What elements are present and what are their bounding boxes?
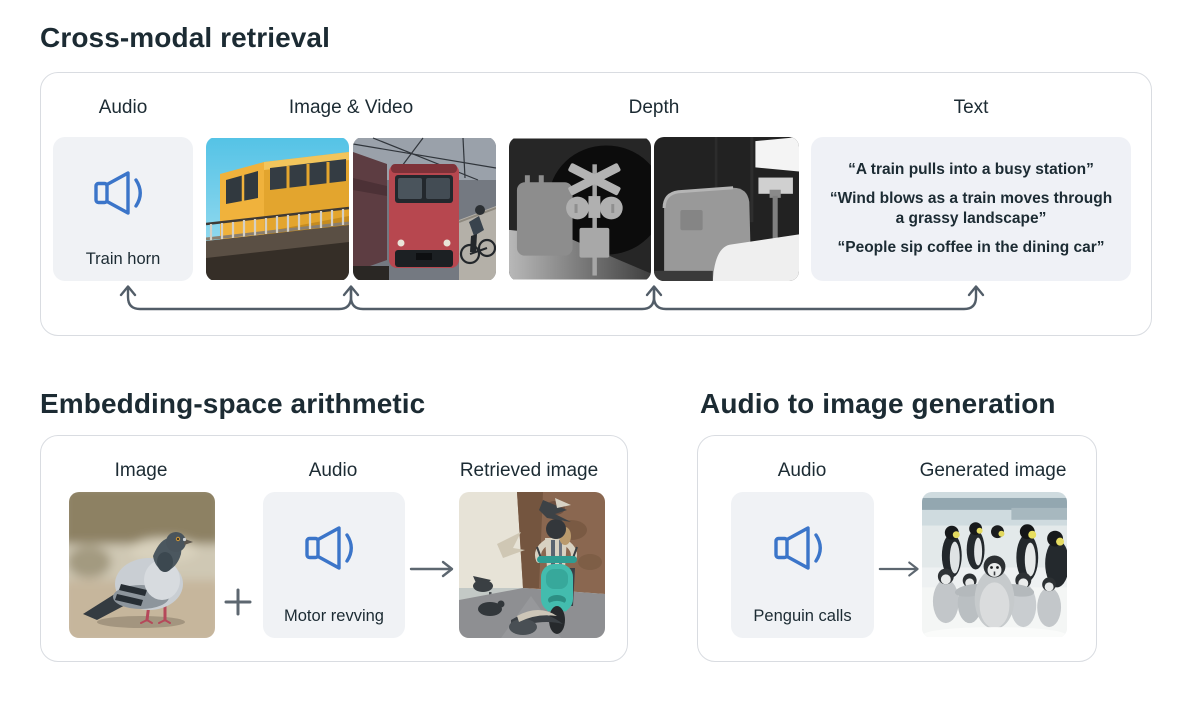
up-arrows-connector bbox=[41, 281, 1153, 319]
penguins-illustration bbox=[922, 492, 1067, 637]
audio-tile-train-horn: Train horn bbox=[53, 137, 193, 281]
pigeon-image bbox=[69, 492, 215, 638]
column-header-retrieved: Retrieved image bbox=[460, 460, 598, 482]
depth-map-crossing-illustration bbox=[509, 137, 651, 281]
train-image-2 bbox=[353, 137, 496, 281]
arithmetic-title: Embedding-space arithmetic bbox=[40, 388, 425, 420]
audio-tile-label: Penguin calls bbox=[731, 607, 874, 626]
column-header-generated: Generated image bbox=[920, 460, 1067, 482]
audio-tile-motor-revving: Motor revving bbox=[263, 492, 405, 638]
column-header-image-video: Image & Video bbox=[289, 97, 413, 119]
column-header-image: Image bbox=[115, 460, 168, 482]
depth-image-2 bbox=[654, 137, 799, 281]
audio-tile-label: Motor revving bbox=[263, 607, 405, 626]
column-header-audio-3: Audio bbox=[778, 460, 827, 482]
red-train-illustration bbox=[353, 137, 496, 281]
quote-2: “Wind blows as a train moves through a g… bbox=[827, 189, 1115, 229]
quote-3: “People sip coffee in the dining car” bbox=[827, 238, 1115, 258]
retrieved-image bbox=[459, 492, 605, 638]
column-header-audio: Audio bbox=[99, 97, 148, 119]
yellow-train-illustration bbox=[206, 137, 349, 281]
audio-tile-label: Train horn bbox=[53, 250, 193, 269]
cross-modal-title: Cross-modal retrieval bbox=[40, 22, 330, 54]
right-arrow-icon bbox=[409, 558, 459, 580]
generated-image bbox=[922, 492, 1067, 638]
generation-panel: Audio Generated image Penguin calls bbox=[697, 435, 1097, 662]
speaker-icon bbox=[302, 522, 366, 574]
pigeon-illustration bbox=[69, 492, 215, 638]
column-header-audio-2: Audio bbox=[309, 460, 358, 482]
generation-title: Audio to image generation bbox=[700, 388, 1056, 420]
train-image-1 bbox=[206, 137, 349, 281]
audio-tile-penguin-calls: Penguin calls bbox=[731, 492, 874, 638]
right-arrow-icon bbox=[878, 558, 924, 580]
text-quotes-box: “A train pulls into a busy station” “Win… bbox=[811, 137, 1131, 281]
scooter-pigeons-illustration bbox=[459, 492, 605, 638]
column-header-depth: Depth bbox=[629, 97, 680, 119]
depth-map-train-illustration bbox=[654, 137, 799, 281]
speaker-icon bbox=[91, 167, 155, 219]
column-header-text: Text bbox=[954, 97, 989, 119]
arithmetic-panel: Image Audio Retrieved image bbox=[40, 435, 628, 662]
depth-image-1 bbox=[509, 137, 651, 281]
speaker-icon bbox=[771, 522, 835, 574]
quote-1: “A train pulls into a busy station” bbox=[827, 160, 1115, 180]
cross-modal-panel: Audio Image & Video Depth Text Train hor… bbox=[40, 72, 1152, 336]
imagebind-capabilities-diagram: Cross-modal retrieval Audio Image & Vide… bbox=[0, 0, 1200, 703]
plus-operator-icon bbox=[222, 586, 254, 618]
